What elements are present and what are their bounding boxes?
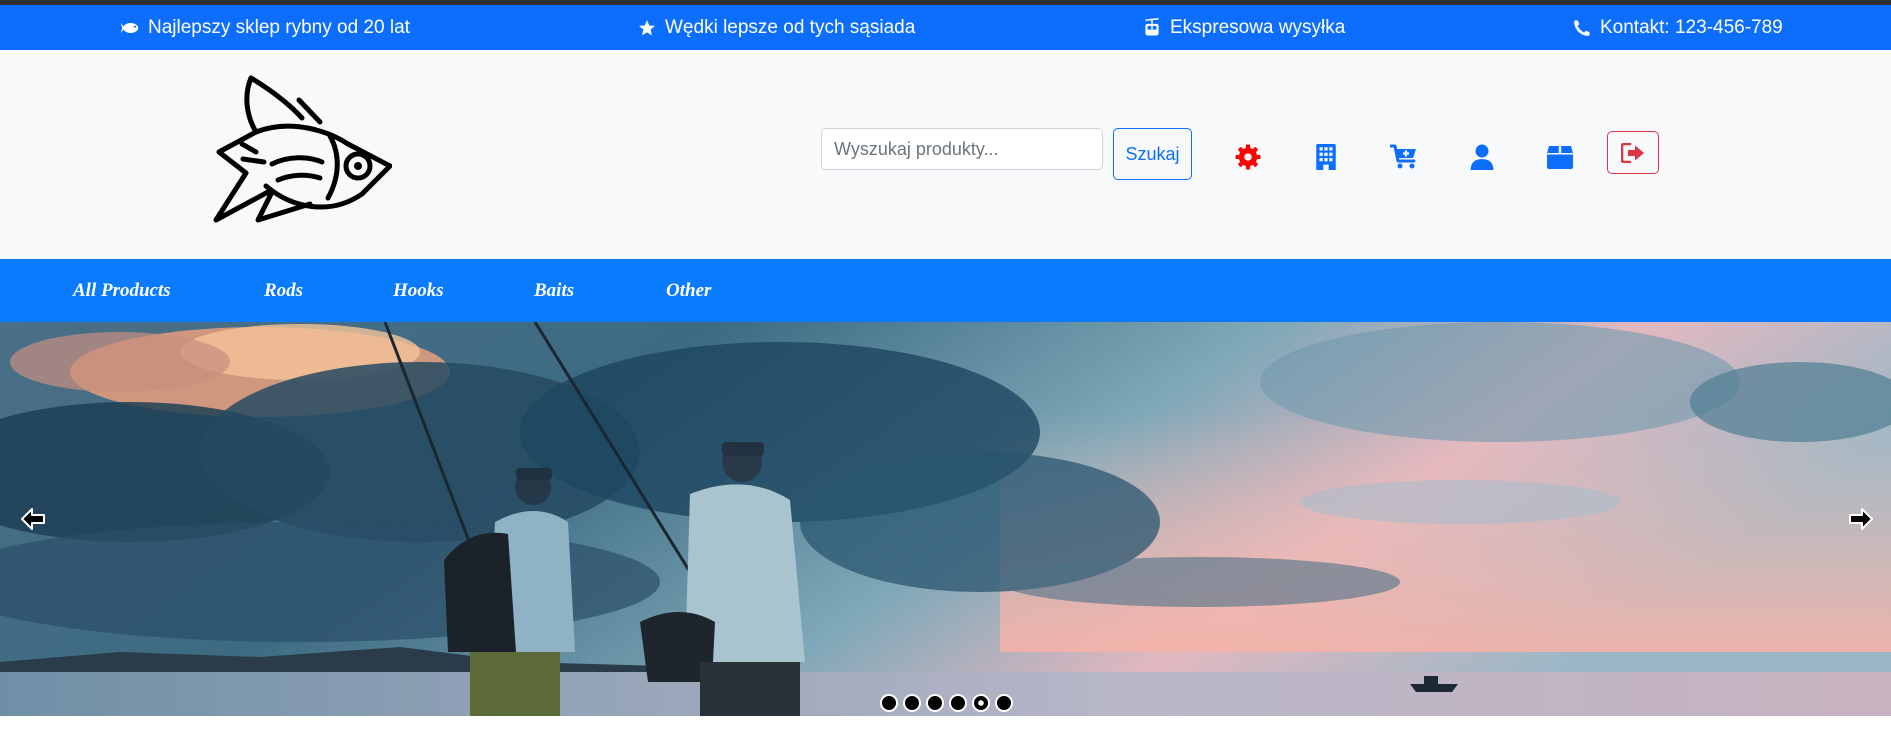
- carousel-indicators: [880, 694, 1013, 712]
- nav-link-all-products[interactable]: All Products: [73, 259, 171, 322]
- page: Najlepszy sklep rybny od 20 lat Wędki le…: [0, 0, 1891, 736]
- sign-out-icon: [1621, 142, 1644, 163]
- search-button[interactable]: Szukaj: [1113, 128, 1192, 180]
- star-icon: [639, 19, 655, 35]
- info-text: Ekspresowa wysyłka: [1170, 16, 1346, 38]
- user-icon[interactable]: [1466, 141, 1498, 173]
- gear-icon[interactable]: [1232, 141, 1264, 173]
- nav-link-hooks[interactable]: Hooks: [393, 259, 444, 322]
- category-nav: All Products Rods Hooks Baits Other: [0, 259, 1891, 322]
- building-icon[interactable]: [1310, 141, 1342, 173]
- carousel-indicator-5[interactable]: [972, 694, 990, 712]
- carousel-indicator-3[interactable]: [926, 694, 944, 712]
- info-text: Wędki lepsze od tych sąsiada: [665, 16, 916, 38]
- nav-link-baits[interactable]: Baits: [534, 259, 574, 322]
- carousel-indicator-4[interactable]: [949, 694, 967, 712]
- info-bar: Najlepszy sklep rybny od 20 lat Wędki le…: [0, 5, 1891, 50]
- cart-plus-icon[interactable]: [1388, 141, 1420, 173]
- arrow-left-icon: [21, 508, 45, 530]
- carousel-next-button[interactable]: [1846, 504, 1876, 534]
- cable-car-icon: [1145, 18, 1159, 36]
- info-text: Kontakt: 123-456-789: [1600, 16, 1783, 38]
- phone-icon: [1574, 20, 1590, 36]
- carousel-prev-button[interactable]: [18, 504, 48, 534]
- carousel-indicator-2[interactable]: [903, 694, 921, 712]
- search-input[interactable]: [821, 128, 1103, 170]
- fish-logo[interactable]: [212, 70, 392, 240]
- fish-icon: [120, 22, 139, 33]
- logout-button[interactable]: [1607, 131, 1659, 174]
- info-text: Najlepszy sklep rybny od 20 lat: [148, 16, 410, 38]
- info-item-shipping: Ekspresowa wysyłka: [1143, 5, 1345, 50]
- info-item-quality: Najlepszy sklep rybny od 20 lat: [119, 5, 410, 50]
- carousel-indicator-6[interactable]: [995, 694, 1013, 712]
- info-item-rods: Wędki lepsze od tych sąsiada: [638, 5, 915, 50]
- hero-carousel: [0, 322, 1891, 716]
- carousel-slide-image: [0, 322, 1891, 716]
- nav-link-rods[interactable]: Rods: [264, 259, 303, 322]
- arrow-right-icon: [1849, 508, 1873, 530]
- info-item-contact: Kontakt: 123-456-789: [1573, 5, 1783, 50]
- carousel-indicator-1[interactable]: [880, 694, 898, 712]
- nav-link-other[interactable]: Other: [666, 259, 711, 322]
- site-header: Szukaj: [0, 50, 1891, 259]
- box-icon[interactable]: [1544, 141, 1576, 173]
